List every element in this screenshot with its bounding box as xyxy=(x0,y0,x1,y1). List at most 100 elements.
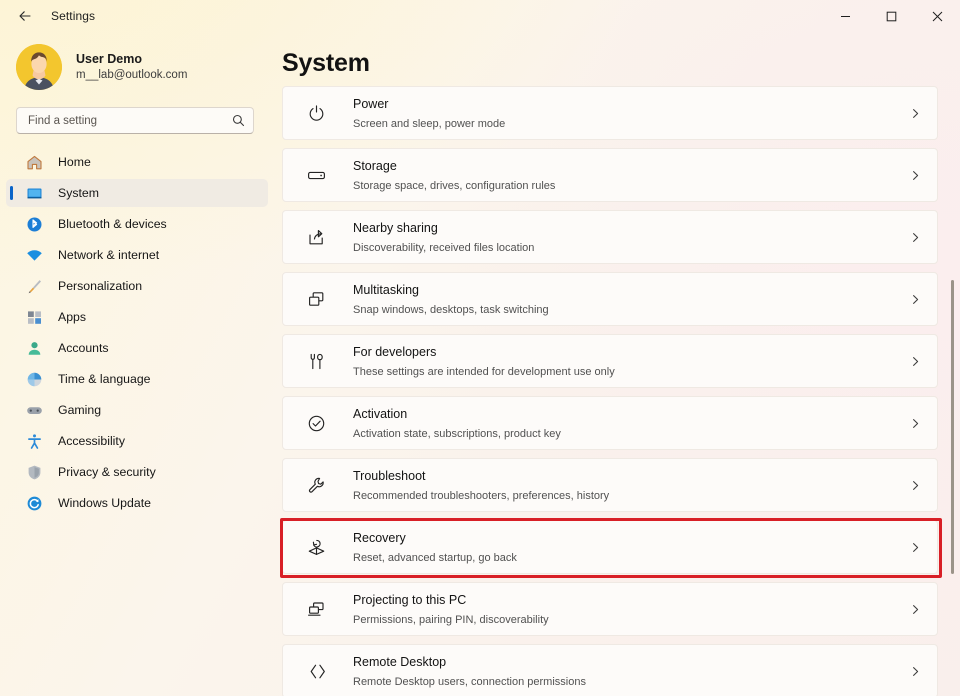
gamepad-icon xyxy=(24,400,44,420)
tools-icon xyxy=(305,350,327,372)
chevron-right-icon xyxy=(910,232,921,243)
sidebar-item-label: Accounts xyxy=(58,341,109,355)
sidebar-item-gaming[interactable]: Gaming xyxy=(6,396,268,424)
avatar xyxy=(16,44,62,90)
update-refresh-icon xyxy=(24,493,44,513)
list-item-recovery[interactable]: Recovery Reset, advanced startup, go bac… xyxy=(280,518,942,578)
sidebar: User Demo m__lab@outlook.com Home xyxy=(0,32,278,696)
power-icon xyxy=(305,102,327,124)
sidebar-item-accessibility[interactable]: Accessibility xyxy=(6,427,268,455)
chevron-right-icon xyxy=(910,294,921,305)
list-item-title: Projecting to this PC xyxy=(353,593,467,608)
list-item-nearby-sharing[interactable]: Nearby sharing Discoverability, received… xyxy=(282,210,938,264)
sidebar-item-label: Personalization xyxy=(58,279,143,293)
window-controls xyxy=(822,0,960,32)
drive-icon xyxy=(305,164,327,186)
shield-icon xyxy=(24,462,44,482)
list-item-troubleshoot[interactable]: Troubleshoot Recommended troubleshooters… xyxy=(282,458,938,512)
chevron-right-icon xyxy=(910,108,921,119)
minimize-button[interactable] xyxy=(822,0,868,32)
list-item-subtitle: Storage space, drives, configuration rul… xyxy=(353,180,556,193)
sidebar-item-apps[interactable]: Apps xyxy=(6,303,268,331)
page-title: System xyxy=(282,49,370,77)
apps-grid-icon xyxy=(24,307,44,327)
accessibility-icon xyxy=(24,431,44,451)
wifi-icon xyxy=(24,245,44,265)
search-input[interactable] xyxy=(28,114,232,127)
list-item-for-developers[interactable]: For developers These settings are intend… xyxy=(282,334,938,388)
list-item-title: Troubleshoot xyxy=(353,469,426,484)
main-panel: System Power Screen and sleep, power mod… xyxy=(278,32,960,696)
list-item-title: Power xyxy=(353,97,389,112)
sidebar-item-network-internet[interactable]: Network & internet xyxy=(6,241,268,269)
bluetooth-icon xyxy=(24,214,44,234)
sidebar-item-label: Accessibility xyxy=(58,434,125,448)
back-button[interactable] xyxy=(8,0,42,32)
sidebar-item-label: Bluetooth & devices xyxy=(58,217,167,231)
sidebar-item-label: Privacy & security xyxy=(58,465,156,479)
list-item-subtitle: Recommended troubleshooters, preferences… xyxy=(353,490,610,503)
vertical-scrollbar[interactable] xyxy=(951,280,954,574)
list-item-subtitle: Discoverability, received files location xyxy=(353,242,535,255)
recovery-icon xyxy=(305,536,327,558)
list-item-subtitle: These settings are intended for developm… xyxy=(353,366,615,379)
settings-window: Settings User Demo m__lab@outlook.com Fi… xyxy=(0,0,960,696)
sidebar-item-bluetooth-devices[interactable]: Bluetooth & devices xyxy=(6,210,268,238)
list-item-title: Recovery xyxy=(353,531,406,546)
sidebar-item-windows-update[interactable]: Windows Update xyxy=(6,489,268,517)
projecting-icon xyxy=(305,598,327,620)
close-button[interactable] xyxy=(914,0,960,32)
account-header[interactable]: User Demo m__lab@outlook.com xyxy=(16,44,278,90)
account-email: m__lab@outlook.com xyxy=(76,69,188,82)
list-item-storage[interactable]: Storage Storage space, drives, configura… xyxy=(282,148,938,202)
account-name: User Demo xyxy=(76,51,142,66)
wrench-icon xyxy=(305,474,327,496)
sidebar-item-label: Time & language xyxy=(58,372,151,386)
list-item-title: Nearby sharing xyxy=(353,221,438,236)
list-item-remote-desktop[interactable]: Remote Desktop Remote Desktop users, con… xyxy=(282,644,938,696)
chevron-right-icon xyxy=(910,418,921,429)
app-title: Settings xyxy=(51,9,96,23)
list-item-title: Multitasking xyxy=(353,283,419,298)
list-item-subtitle: Screen and sleep, power mode xyxy=(353,118,506,131)
chevron-right-icon xyxy=(910,480,921,491)
maximize-button[interactable] xyxy=(868,0,914,32)
paintbrush-icon xyxy=(24,276,44,296)
list-item-subtitle: Activation state, subscriptions, product… xyxy=(353,428,561,441)
share-icon xyxy=(305,226,327,248)
sidebar-item-home[interactable]: Home xyxy=(6,148,268,176)
sidebar-item-system[interactable]: System xyxy=(6,179,268,207)
sidebar-item-label: System xyxy=(58,186,99,200)
search-icon xyxy=(232,114,245,127)
clock-globe-icon xyxy=(24,369,44,389)
home-icon xyxy=(24,152,44,172)
sidebar-item-label: Gaming xyxy=(58,403,102,417)
checkmark-circle-icon xyxy=(305,412,327,434)
list-item-activation[interactable]: Activation Activation state, subscriptio… xyxy=(282,396,938,450)
sidebar-item-label: Network & internet xyxy=(58,248,160,262)
settings-list: Power Screen and sleep, power mode Stora… xyxy=(278,84,960,696)
list-item-subtitle: Snap windows, desktops, task switching xyxy=(353,304,549,317)
windows-stack-icon xyxy=(305,288,327,310)
list-item-projecting-to-this-pc[interactable]: Projecting to this PC Permissions, pairi… xyxy=(282,582,938,636)
sidebar-item-label: Apps xyxy=(58,310,87,324)
list-item-power[interactable]: Power Screen and sleep, power mode xyxy=(282,86,938,140)
search-box[interactable] xyxy=(16,107,254,134)
sidebar-item-label: Windows Update xyxy=(58,496,151,510)
sidebar-item-time-language[interactable]: Time & language xyxy=(6,365,268,393)
list-item-title: Activation xyxy=(353,407,408,422)
person-icon xyxy=(24,338,44,358)
chevron-right-icon xyxy=(910,170,921,181)
sidebar-item-accounts[interactable]: Accounts xyxy=(6,334,268,362)
system-monitor-icon xyxy=(24,183,44,203)
title-bar: Settings xyxy=(0,0,960,32)
list-item-subtitle: Remote Desktop users, connection permiss… xyxy=(353,676,586,689)
remote-desktop-icon xyxy=(305,660,327,682)
sidebar-item-privacy-security[interactable]: Privacy & security xyxy=(6,458,268,486)
list-item-subtitle: Reset, advanced startup, go back xyxy=(353,552,517,565)
chevron-right-icon xyxy=(910,542,921,553)
chevron-right-icon xyxy=(910,666,921,677)
sidebar-item-personalization[interactable]: Personalization xyxy=(6,272,268,300)
list-item-title: Remote Desktop xyxy=(353,655,447,670)
list-item-multitasking[interactable]: Multitasking Snap windows, desktops, tas… xyxy=(282,272,938,326)
